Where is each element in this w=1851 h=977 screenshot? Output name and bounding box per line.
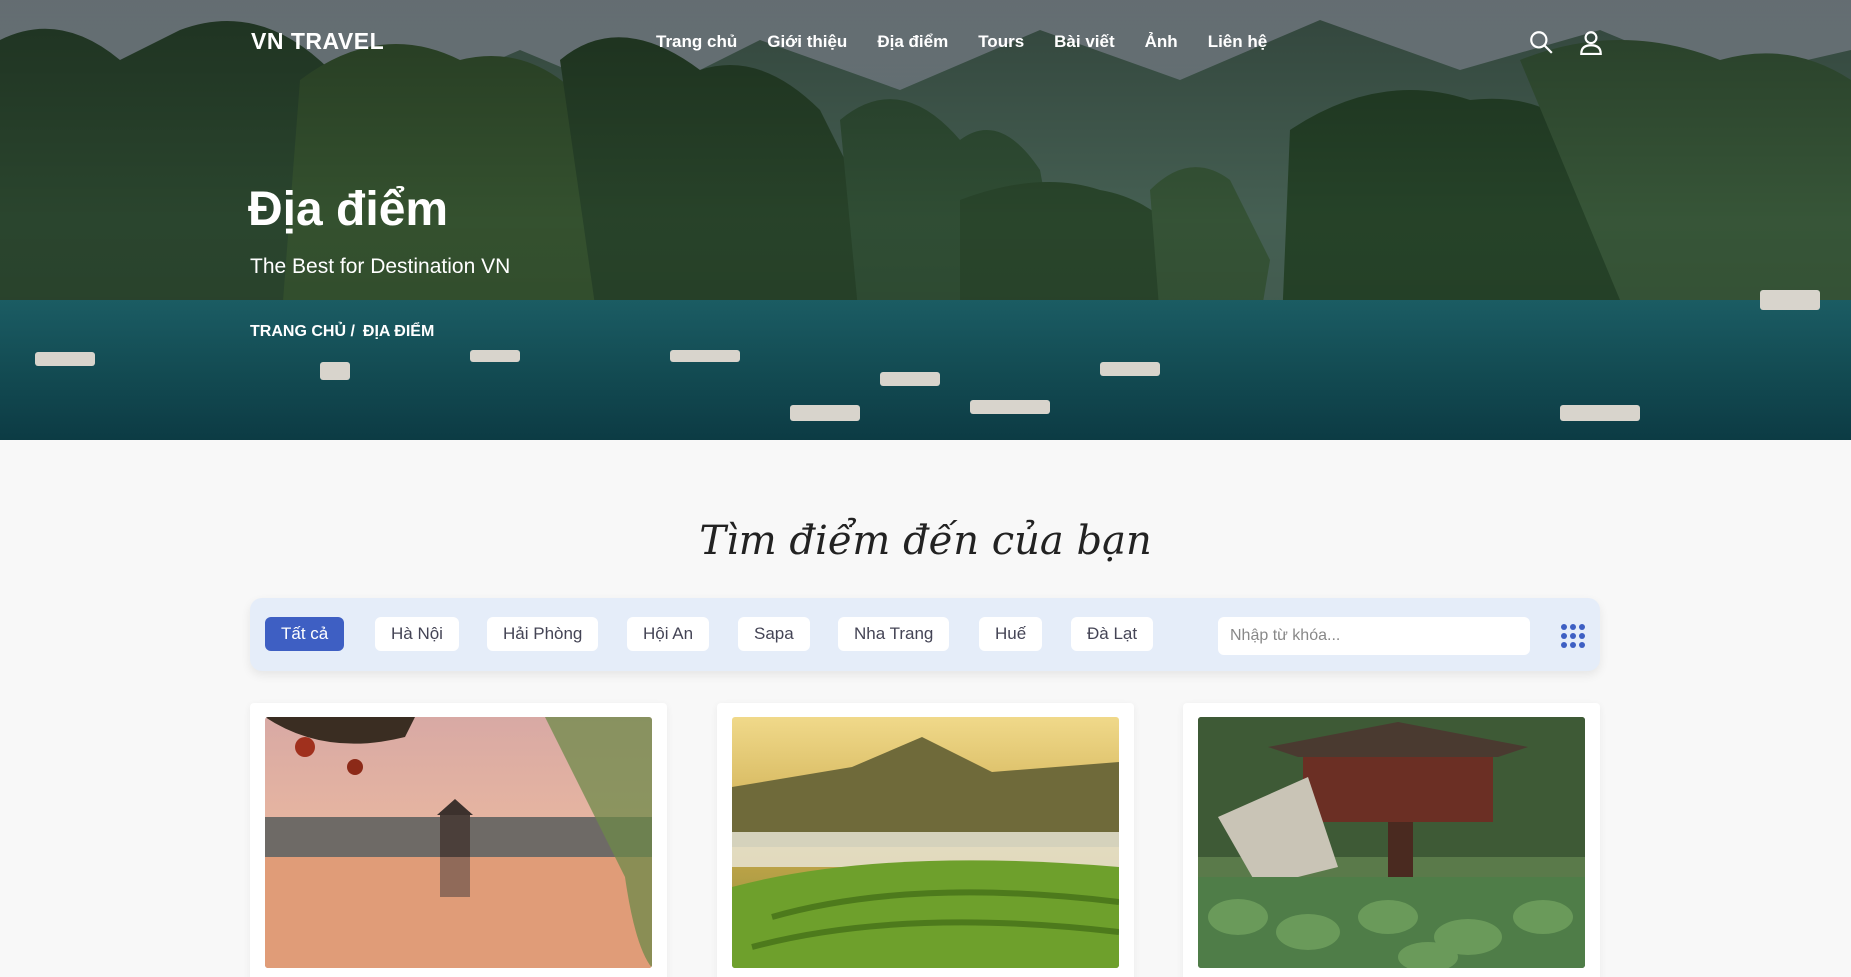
main-menu: Trang chủ Giới thiệu Địa điểm Tours Bài … (656, 32, 1297, 52)
menu-item-lien-he[interactable]: Liên hệ (1208, 32, 1268, 52)
hoan-kiem-lake-photo[interactable] (265, 717, 652, 968)
filter-chip-ha-noi[interactable]: Hà Nội (375, 617, 459, 651)
filter-chip-nha-trang[interactable]: Nha Trang (838, 617, 950, 651)
filter-chip-hue[interactable]: Huế (979, 617, 1043, 651)
keyword-search-input[interactable] (1218, 617, 1530, 655)
page-subtitle: The Best for Destination VN (250, 255, 511, 278)
destination-card[interactable] (250, 703, 667, 977)
menu-item-gioi-thieu[interactable]: Giới thiệu (767, 32, 847, 52)
filter-chip-tat-ca[interactable]: Tất cả (265, 617, 345, 651)
destination-card[interactable] (1183, 703, 1600, 977)
menu-item-anh[interactable]: Ảnh (1145, 32, 1178, 52)
one-pillar-pagoda-photo[interactable] (1198, 717, 1585, 968)
filter-chip-hai-phong[interactable]: Hải Phòng (487, 617, 599, 651)
hero-banner: VN TRAVEL Trang chủ Giới thiệu Địa điểm … (0, 0, 1851, 440)
mountain-rice-terrace-photo[interactable] (732, 717, 1119, 968)
filter-chip-da-lat[interactable]: Đà Lạt (1071, 617, 1154, 651)
grid-icon[interactable] (1559, 622, 1587, 650)
menu-item-dia-diem[interactable]: Địa điểm (877, 32, 948, 52)
filter-bar: Tất cả Hà Nội Hải Phòng Hội An Sapa Nha … (250, 598, 1600, 671)
breadcrumb-current: ĐỊA ĐIỂM (362, 323, 435, 340)
page-title: Địa điểm (248, 183, 449, 236)
menu-item-tours[interactable]: Tours (978, 32, 1024, 52)
user-icon[interactable] (1578, 29, 1604, 55)
filter-chip-sapa[interactable]: Sapa (738, 617, 810, 651)
search-icon[interactable] (1528, 29, 1554, 55)
site-logo[interactable]: VN TRAVEL (251, 28, 384, 55)
top-navigation: VN TRAVEL Trang chủ Giới thiệu Địa điểm … (0, 0, 1851, 86)
menu-item-trang-chu[interactable]: Trang chủ (656, 32, 737, 52)
menu-item-bai-viet[interactable]: Bài viết (1054, 32, 1114, 52)
nav-icon-group (1528, 29, 1604, 55)
breadcrumb-home[interactable]: TRANG CHỦ / (250, 323, 355, 341)
filter-chip-hoi-an[interactable]: Hội An (627, 617, 710, 651)
section-title: Tìm điểm đến của bạn (699, 518, 1152, 564)
breadcrumb: TRANG CHỦ / ĐỊA ĐIỂM (250, 323, 434, 341)
destination-card[interactable] (717, 703, 1134, 977)
